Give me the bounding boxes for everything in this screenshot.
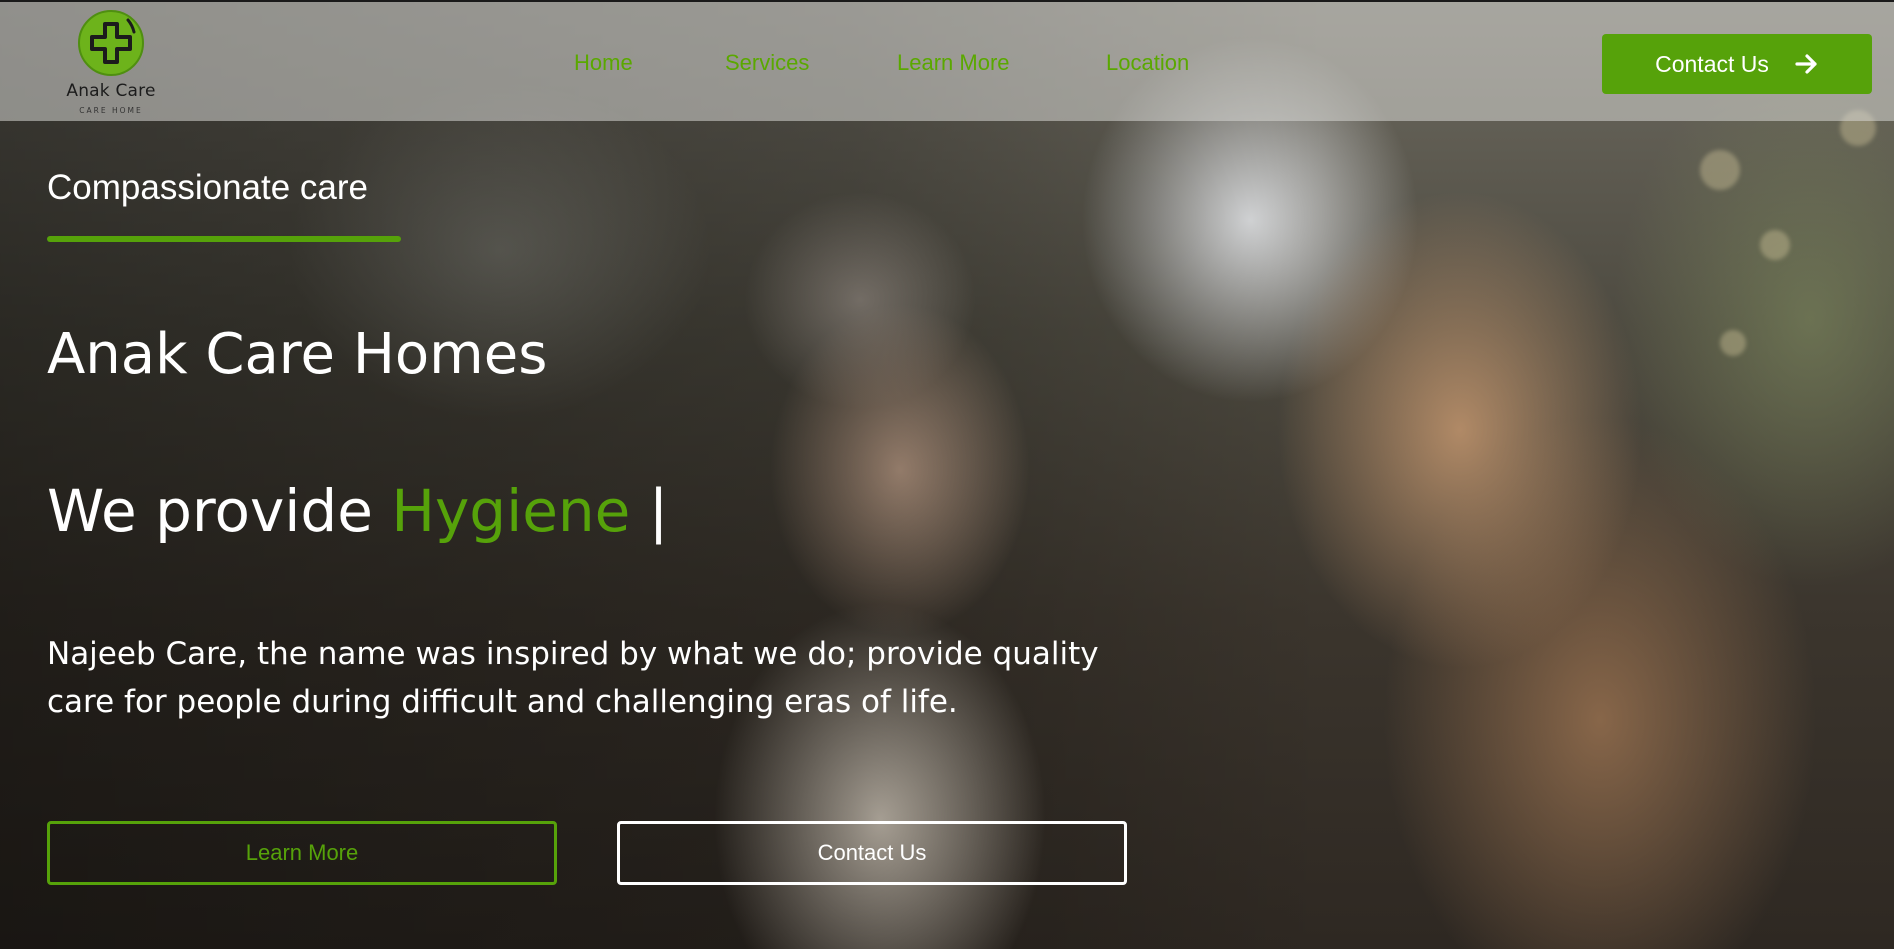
typed-prefix: We provide (47, 477, 373, 545)
brand-subtitle: CARE HOME (79, 106, 143, 115)
typed-headline: We provide Hygiene | (47, 477, 668, 545)
learn-more-label: Learn More (245, 840, 359, 865)
nav-link-location[interactable]: Location (1106, 50, 1189, 76)
hero-title: Anak Care Homes (47, 322, 548, 387)
contact-us-label: Contact Us (817, 840, 927, 865)
hero-tagline: Compassionate care (47, 168, 368, 207)
site-header: Anak Care CARE HOME Home Services Learn … (0, 0, 1894, 121)
header-contact-button[interactable]: Contact Us (1602, 34, 1872, 94)
bokeh-light (1720, 330, 1746, 356)
brand-logo[interactable]: Anak Care CARE HOME (58, 6, 164, 116)
arrow-right-icon (1795, 54, 1817, 74)
medical-cross-logo-icon (78, 10, 144, 76)
bokeh-light (1760, 230, 1790, 260)
bokeh-light (1700, 150, 1740, 190)
hero-section: Anak Care CARE HOME Home Services Learn … (0, 0, 1894, 949)
contact-us-button[interactable]: Contact Us (617, 821, 1127, 885)
nav-link-services[interactable]: Services (725, 50, 809, 76)
typing-cursor: | (648, 477, 669, 545)
hero-overlay (0, 0, 1894, 949)
typed-word: Hygiene (391, 477, 631, 545)
nav-link-learn-more[interactable]: Learn More (897, 50, 1010, 76)
nav-link-home[interactable]: Home (574, 50, 633, 76)
tagline-underline (47, 236, 401, 242)
learn-more-button[interactable]: Learn More (47, 821, 557, 885)
hero-description: Najeeb Care, the name was inspired by wh… (47, 636, 1099, 720)
header-contact-label: Contact Us (1655, 50, 1769, 77)
brand-name: Anak Care (66, 81, 156, 101)
